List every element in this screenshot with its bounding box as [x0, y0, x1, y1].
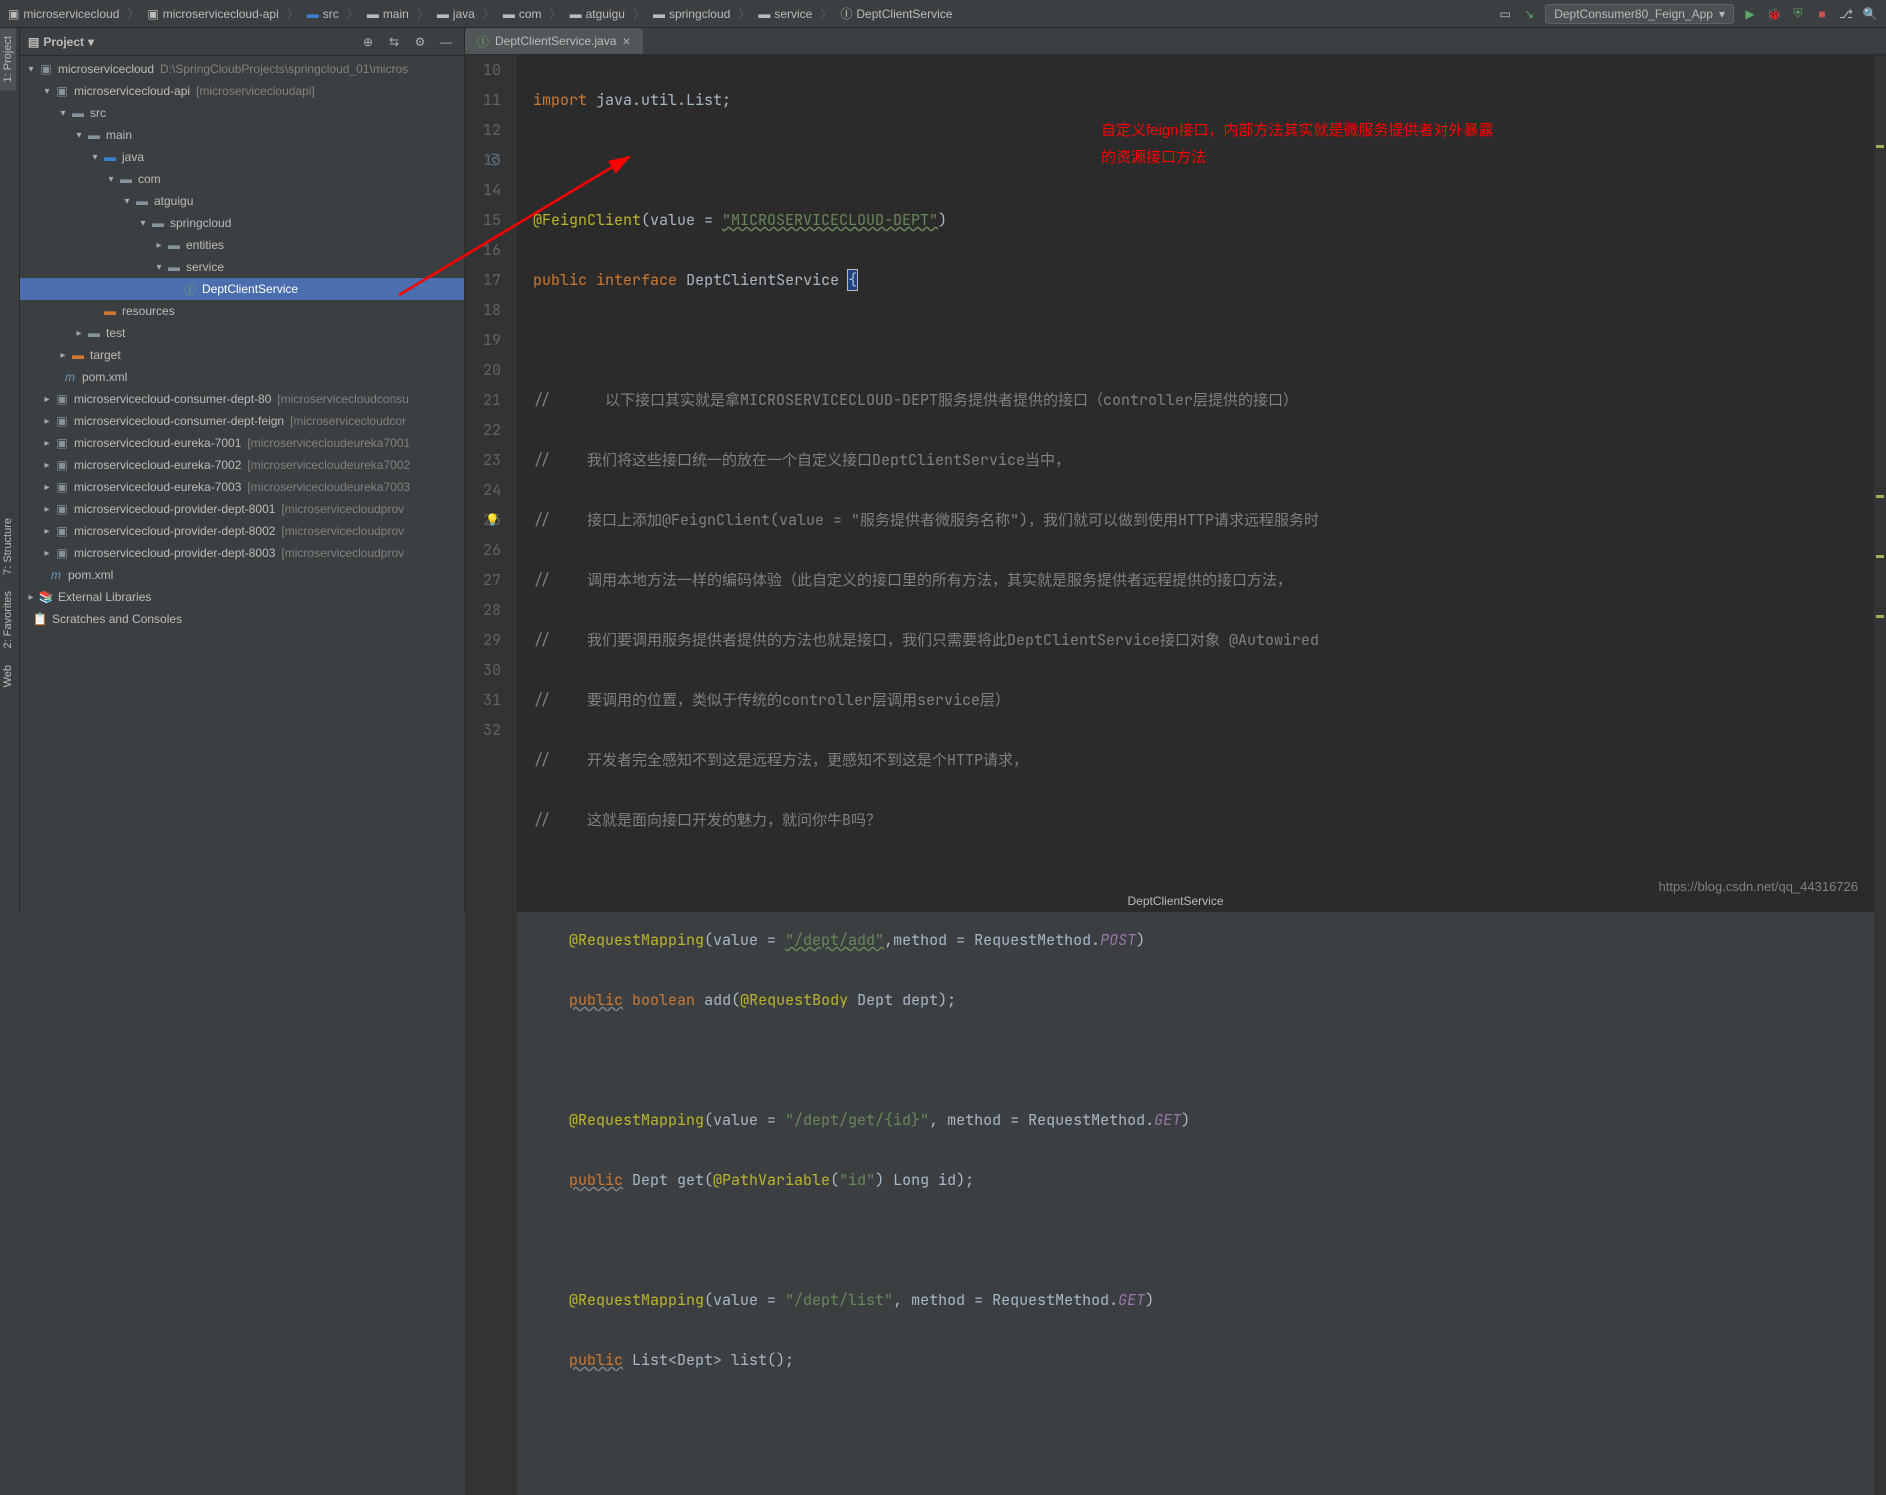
red-note: 自定义feign接口，内部方法其实就是微服务提供者对外暴露的资源接口方法 — [1101, 117, 1494, 171]
bc-0[interactable]: ▣microservicecloud — [8, 7, 119, 21]
left-tool-strip: 1: Project 7: Structure 2: Favorites Web — [0, 28, 20, 912]
git-icon[interactable]: ⎇ — [1838, 6, 1854, 22]
editor-tab-label: DeptClientService.java — [495, 34, 616, 48]
bc-5[interactable]: ▬com — [503, 7, 542, 21]
tree-ext[interactable]: ▸📚External Libraries — [20, 586, 464, 608]
tab-project[interactable]: 1: Project — [0, 28, 16, 90]
tree-p8002[interactable]: ▸▣microservicecloud-provider-dept-8002[m… — [20, 520, 464, 542]
bc-6[interactable]: ▬atguigu — [570, 7, 625, 21]
editor-body[interactable]: 101112 13ⓒ 14151617 18192021 222324 25💡 … — [465, 55, 1886, 1495]
run-icon[interactable]: ▶ — [1742, 6, 1758, 22]
search-icon[interactable]: 🔍 — [1862, 6, 1878, 22]
chevron-down-icon: ▾ — [1719, 7, 1725, 21]
tree-p8003[interactable]: ▸▣microservicecloud-provider-dept-8003[m… — [20, 542, 464, 564]
tree-springcloud[interactable]: ▾▬springcloud — [20, 212, 464, 234]
project-panel: ▤ Project ▾ ⊕ ⇆ ⚙ — ▾▣microservicecloudD… — [20, 28, 465, 912]
sync-icon[interactable]: ↘ — [1521, 6, 1537, 22]
breadcrumb: ▣microservicecloud〉 ▣microservicecloud-a… — [8, 5, 1497, 22]
tree-main[interactable]: ▾▬main — [20, 124, 464, 146]
tree-selected-file[interactable]: ⒾDeptClientService — [20, 278, 464, 300]
tree-resources[interactable]: ▬resources — [20, 300, 464, 322]
tree-service[interactable]: ▾▬service — [20, 256, 464, 278]
code-content[interactable]: import java.util.List; @FeignClient(valu… — [517, 55, 1886, 1495]
close-icon[interactable]: × — [622, 33, 630, 49]
scrollbar[interactable] — [1874, 55, 1886, 1495]
tree-p8001[interactable]: ▸▣microservicecloud-provider-dept-8001[m… — [20, 498, 464, 520]
main: ▤ Project ▾ ⊕ ⇆ ⚙ — ▾▣microservicecloudD… — [20, 28, 1886, 912]
stop-icon[interactable]: ■ — [1814, 6, 1830, 22]
bc-2[interactable]: ▬src — [307, 7, 339, 21]
tree-test[interactable]: ▸▬test — [20, 322, 464, 344]
bc-1[interactable]: ▣microservicecloud-api — [147, 7, 278, 21]
gutter: 101112 13ⓒ 14151617 18192021 222324 25💡 … — [465, 55, 517, 1495]
locate-icon[interactable]: ⊕ — [358, 32, 378, 52]
run-config-label: DeptConsumer80_Feign_App — [1554, 7, 1713, 21]
gear-icon[interactable]: ⚙ — [410, 32, 430, 52]
hide-icon[interactable]: — — [436, 32, 456, 52]
bc-9[interactable]: ⒾDeptClientService — [840, 5, 952, 22]
tree-e7003[interactable]: ▸▣microservicecloud-eureka-7003[microser… — [20, 476, 464, 498]
tree-e7001[interactable]: ▸▣microservicecloud-eureka-7001[microser… — [20, 432, 464, 454]
build-icon[interactable]: ▭ — [1497, 6, 1513, 22]
tree-pom[interactable]: mpom.xml — [20, 366, 464, 388]
coverage-icon[interactable]: ⛨ — [1790, 6, 1806, 22]
expand-icon[interactable]: ⇆ — [384, 32, 404, 52]
toolbar-right: ▭ ↘ DeptConsumer80_Feign_App ▾ ▶ 🐞 ⛨ ■ ⎇… — [1497, 4, 1878, 24]
top-bar: ▣microservicecloud〉 ▣microservicecloud-a… — [0, 0, 1886, 28]
tree-atguigu[interactable]: ▾▬atguigu — [20, 190, 464, 212]
tree-src[interactable]: ▾▬src — [20, 102, 464, 124]
tab-web[interactable]: Web — [0, 657, 16, 695]
debug-icon[interactable]: 🐞 — [1766, 6, 1782, 22]
bc-8[interactable]: ▬service — [758, 7, 812, 21]
tree-entities[interactable]: ▸▬entities — [20, 234, 464, 256]
tree-feign[interactable]: ▸▣microservicecloud-consumer-dept-feign[… — [20, 410, 464, 432]
tree-e7002[interactable]: ▸▣microservicecloud-eureka-7002[microser… — [20, 454, 464, 476]
tree-pom2[interactable]: mpom.xml — [20, 564, 464, 586]
tree-api[interactable]: ▾▣microservicecloud-api[microserviceclou… — [20, 80, 464, 102]
project-tree[interactable]: ▾▣microservicecloudD:\SpringCloubProject… — [20, 56, 464, 912]
tab-structure[interactable]: 7: Structure — [0, 510, 16, 583]
tree-scratch[interactable]: 📋Scratches and Consoles — [20, 608, 464, 630]
project-header: ▤ Project ▾ ⊕ ⇆ ⚙ — — [20, 28, 464, 56]
editor-tab[interactable]: Ⓘ DeptClientService.java × — [465, 28, 643, 54]
run-config-dropdown[interactable]: DeptConsumer80_Feign_App ▾ — [1545, 4, 1734, 24]
editor-area: Ⓘ DeptClientService.java × 101112 13ⓒ 14… — [465, 28, 1886, 912]
tree-root[interactable]: ▾▣microservicecloudD:\SpringCloubProject… — [20, 58, 464, 80]
editor-tab-bar: Ⓘ DeptClientService.java × — [465, 28, 1886, 55]
interface-icon: Ⓘ — [477, 33, 489, 50]
tree-java[interactable]: ▾▬java — [20, 146, 464, 168]
project-title[interactable]: ▤ Project ▾ — [28, 35, 94, 49]
tree-com[interactable]: ▾▬com — [20, 168, 464, 190]
tree-target[interactable]: ▸▬target — [20, 344, 464, 366]
status-bar: DeptClientService — [1127, 894, 1223, 908]
bc-7[interactable]: ▬springcloud — [653, 7, 730, 21]
tab-favorites[interactable]: 2: Favorites — [0, 583, 16, 656]
bc-4[interactable]: ▬java — [437, 7, 475, 21]
watermark: https://blog.csdn.net/qq_44316726 — [1659, 879, 1859, 894]
bc-3[interactable]: ▬main — [367, 7, 409, 21]
tree-consumer80[interactable]: ▸▣microservicecloud-consumer-dept-80[mic… — [20, 388, 464, 410]
